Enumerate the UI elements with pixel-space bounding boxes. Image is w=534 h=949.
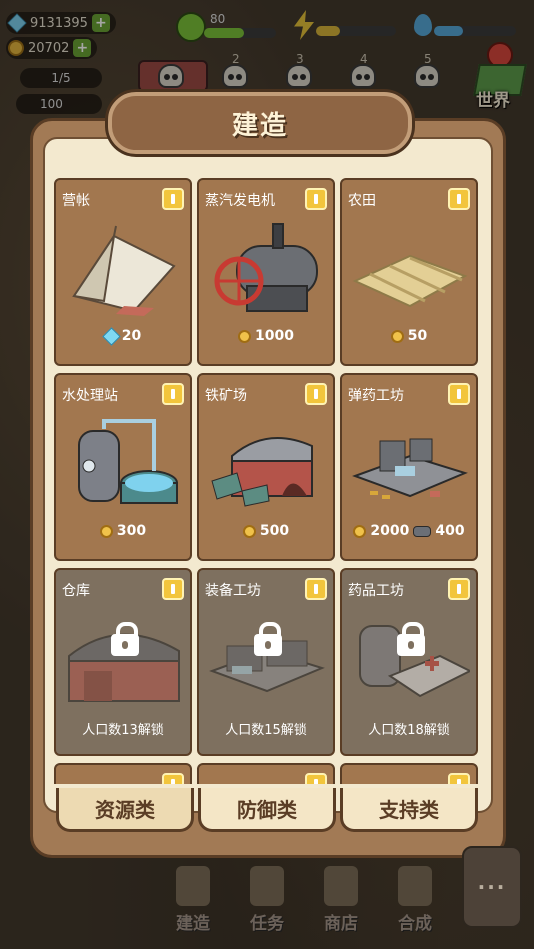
building-card-water-station[interactable]: 水处理站 300 xyxy=(54,373,192,561)
coin-icon xyxy=(238,329,252,343)
building-name: 药品工坊 xyxy=(348,583,404,599)
nav-label: 合成 xyxy=(398,914,432,934)
nav-label: 建造 xyxy=(176,914,210,934)
coins-icon xyxy=(324,866,358,906)
ammo-workshop-icon xyxy=(352,438,468,499)
cost-value: 2000 xyxy=(370,523,410,539)
building-cost: 2000 400 xyxy=(342,523,476,539)
building-card-farmland[interactable]: 农田 50 xyxy=(340,178,478,366)
unlock-requirement: 人口数15解锁 xyxy=(225,723,307,738)
building-card-partial[interactable] xyxy=(54,763,192,784)
building-card-ammo-workshop[interactable]: 弹药工坊 2000 400 xyxy=(340,373,478,561)
lock-icon xyxy=(111,622,139,660)
info-badge-icon[interactable] xyxy=(162,188,184,210)
info-badge-icon[interactable] xyxy=(305,383,327,405)
building-cost: 50 xyxy=(342,328,476,344)
info-badge-icon[interactable] xyxy=(448,773,470,784)
building-name: 弹药工坊 xyxy=(348,388,404,404)
info-badge-icon[interactable] xyxy=(448,383,470,405)
cost-value: 50 xyxy=(407,328,428,344)
building-name: 蒸汽发电机 xyxy=(205,193,275,209)
iron-mine-icon xyxy=(211,437,313,507)
coin-icon xyxy=(390,329,404,343)
cost-value: 300 xyxy=(116,523,147,539)
coin-icon xyxy=(99,524,113,538)
ammo-icon xyxy=(413,525,432,537)
building-grid[interactable]: 营帐 20 蒸汽发电机 1000 农田 50 水处理站 300 铁矿场 500 … xyxy=(48,172,488,784)
water-station-icon xyxy=(78,419,178,504)
building-name: 营帐 xyxy=(62,193,90,209)
lock-icon xyxy=(398,866,432,906)
lock-icon xyxy=(254,622,282,660)
nav-build-button[interactable]: 建造 xyxy=(164,862,222,938)
building-cost: 1000 xyxy=(199,328,333,344)
building-cost: 20 xyxy=(56,326,190,346)
building-name: 装备工坊 xyxy=(205,583,261,599)
building-card-warehouse[interactable]: 仓库 人口数13解锁 xyxy=(54,568,192,756)
building-card-medicine-workshop[interactable]: 药品工坊 人口数18解锁 xyxy=(340,568,478,756)
more-label: ··· xyxy=(477,875,507,899)
tab-label: 防御类 xyxy=(237,798,297,822)
cost-value: 500 xyxy=(259,523,290,539)
dialog-title-banner: 建造 xyxy=(108,92,412,154)
tab-label: 资源类 xyxy=(95,798,155,822)
building-card-steam-generator[interactable]: 蒸汽发电机 1000 xyxy=(197,178,335,366)
info-badge-icon[interactable] xyxy=(162,578,184,600)
info-badge-icon[interactable] xyxy=(162,383,184,405)
info-badge-icon[interactable] xyxy=(305,773,327,784)
info-badge-icon[interactable] xyxy=(162,773,184,784)
cost-value-secondary: 400 xyxy=(435,523,465,539)
tab-defense[interactable]: 防御类 xyxy=(198,788,336,832)
nav-label: 任务 xyxy=(250,914,284,934)
building-card-partial[interactable] xyxy=(340,763,478,784)
more-button[interactable]: ··· xyxy=(462,846,522,928)
building-card-partial[interactable] xyxy=(197,763,335,784)
nav-shop-button[interactable]: 商店 xyxy=(312,862,370,938)
info-badge-icon[interactable] xyxy=(448,578,470,600)
building-name: 农田 xyxy=(348,193,376,209)
gem-icon xyxy=(102,326,121,346)
unlock-requirement: 人口数18解锁 xyxy=(368,723,450,738)
info-badge-icon[interactable] xyxy=(448,188,470,210)
building-card-equipment-workshop[interactable]: 装备工坊 人口数15解锁 xyxy=(197,568,335,756)
dialog-title: 建造 xyxy=(231,110,288,141)
scroll-icon xyxy=(250,866,284,906)
info-badge-icon[interactable] xyxy=(305,188,327,210)
building-cost: 300 xyxy=(56,523,190,539)
unlock-requirement: 人口数13解锁 xyxy=(82,723,164,738)
tab-label: 支持类 xyxy=(379,798,439,822)
farmland-icon xyxy=(352,254,468,308)
tab-support[interactable]: 支持类 xyxy=(340,788,478,832)
shovel-icon xyxy=(176,866,210,906)
building-card-iron-mine[interactable]: 铁矿场 500 xyxy=(197,373,335,561)
building-name: 仓库 xyxy=(62,583,90,599)
building-cost: 500 xyxy=(199,523,333,539)
cost-value: 1000 xyxy=(255,328,294,344)
info-badge-icon[interactable] xyxy=(305,578,327,600)
nav-label: 商店 xyxy=(324,914,358,934)
tent-icon xyxy=(72,225,176,316)
building-card-tent[interactable]: 营帐 20 xyxy=(54,178,192,366)
nav-tasks-button[interactable]: 任务 xyxy=(238,862,296,938)
coin-icon xyxy=(242,524,256,538)
building-name: 水处理站 xyxy=(62,388,118,404)
steam-generator-icon xyxy=(214,223,318,312)
lock-icon xyxy=(397,622,425,660)
tab-resources[interactable]: 资源类 xyxy=(56,788,194,832)
coin-icon xyxy=(353,524,367,538)
cost-value: 20 xyxy=(121,328,142,344)
nav-craft-button[interactable]: 合成 xyxy=(386,862,444,938)
building-name: 铁矿场 xyxy=(205,388,247,404)
